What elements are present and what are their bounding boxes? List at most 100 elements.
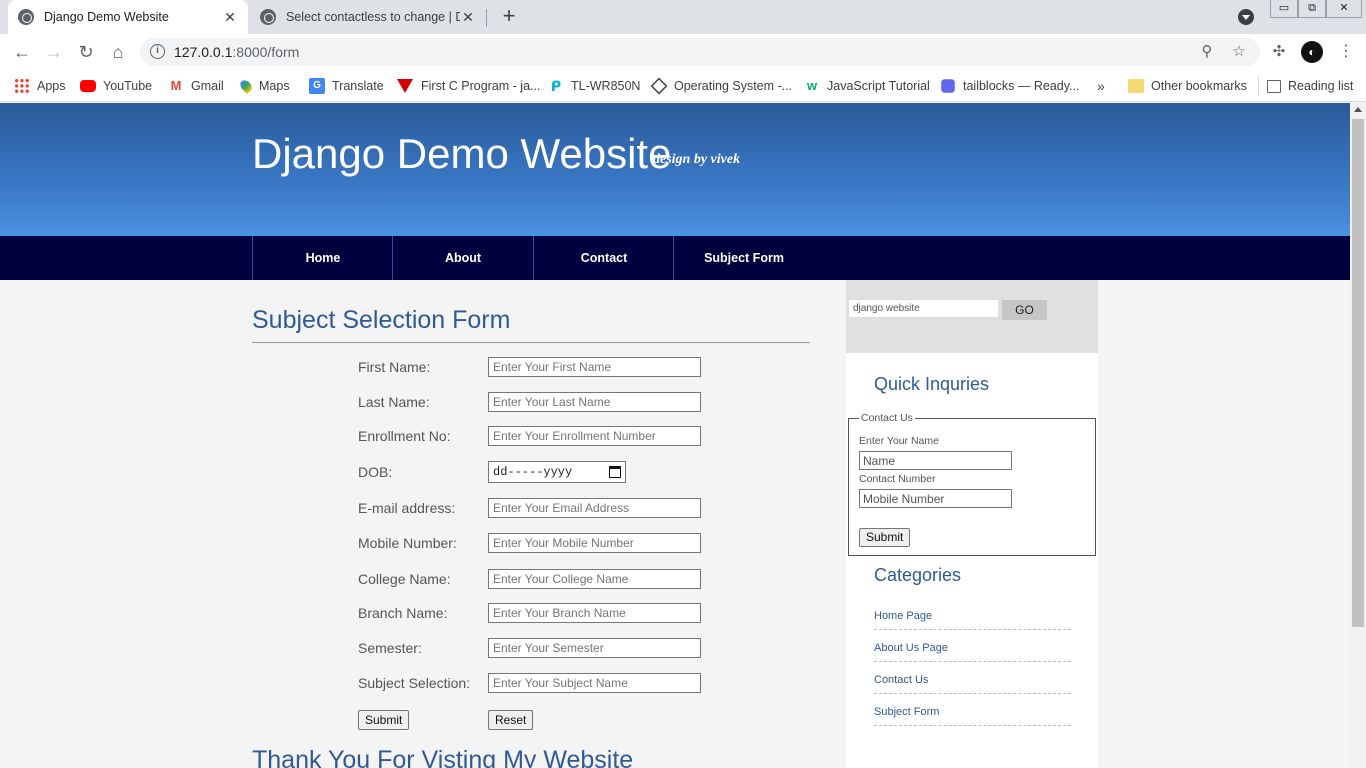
bookmark-label: TL-WR850N (571, 79, 641, 93)
bookmark-translate[interactable]: G Translate (309, 76, 384, 96)
bookmark-star-icon[interactable]: ☆ (1230, 43, 1248, 61)
nav-home[interactable]: Home (252, 236, 393, 280)
subject-label: Subject Selection: (358, 675, 471, 691)
close-window-button[interactable]: ✕ (1326, 0, 1362, 18)
bookmarks-overflow-button[interactable]: » (1097, 76, 1105, 96)
thank-you-heading: Thank You For Visting My Website (252, 746, 634, 768)
new-tab-button[interactable]: + (498, 5, 520, 29)
bookmark-label: Translate (332, 79, 384, 93)
bookmark-label: YouTube (103, 79, 153, 93)
bookmark-javatpoint[interactable]: First C Program - ja... (397, 76, 540, 96)
reading-list[interactable]: Reading list (1258, 76, 1353, 96)
forward-arrow-icon[interactable]: → (42, 41, 66, 63)
main-content: Subject Selection Form First Name: Enter… (252, 280, 846, 768)
url-text[interactable]: 127.0.0.1:8000/form (174, 44, 299, 60)
tab-active[interactable]: Django Demo Website ✕ (8, 0, 248, 34)
enrollment-input[interactable]: Enter Your Enrollment Number (488, 426, 701, 446)
categories-heading: Categories (874, 565, 962, 585)
mobile-row: Mobile Number: Enter Your Mobile Number (358, 533, 818, 555)
name-label: Enter Your Name (859, 435, 939, 447)
categories-list: Home Page About Us Page Contact Us Subje… (874, 598, 1071, 726)
dob-date-input[interactable]: dd-----yyyy (488, 461, 626, 483)
bookmark-tplink[interactable]: ᑭ TL-WR850N (548, 76, 641, 96)
browser-menu-icon[interactable]: ⋮ (1338, 42, 1354, 62)
semester-input[interactable]: Enter Your Semester (488, 638, 701, 658)
first-name-row: First Name: Enter Your First Name (358, 357, 818, 379)
bookmark-gmail[interactable]: M Gmail (168, 76, 224, 96)
scroll-up-arrow-icon[interactable] (1354, 107, 1362, 112)
contact-fieldset: Contact Us Enter Your Name Name Contact … (848, 412, 1096, 556)
category-about-us-page[interactable]: About Us Page (874, 630, 1071, 662)
nav-contact[interactable]: Contact (533, 236, 674, 280)
semester-label: Semester: (358, 640, 422, 656)
tab-close-icon[interactable]: ✕ (460, 9, 476, 26)
email-row: E-mail address: Enter Your Email Address (358, 498, 818, 520)
site-header: Django Demo Website design by vivek (0, 103, 1350, 236)
profile-avatar[interactable]: ◐ (1301, 41, 1323, 63)
search-input[interactable]: django website (848, 299, 999, 318)
calendar-icon[interactable] (609, 466, 621, 478)
enrollment-label: Enrollment No: (358, 428, 451, 444)
nav-about[interactable]: About (392, 236, 533, 280)
form-heading: Subject Selection Form (252, 306, 511, 334)
restore-button[interactable]: ⧉ (1298, 0, 1326, 18)
reset-button[interactable]: Reset (488, 710, 534, 730)
bookmark-maps[interactable]: Maps (238, 76, 290, 96)
home-icon[interactable]: ⌂ (106, 41, 130, 63)
tab-inactive[interactable]: Select contactless to change | Dja ✕ (250, 0, 486, 34)
quick-mobile-input[interactable]: Mobile Number (859, 489, 1012, 508)
other-bookmarks[interactable]: Other bookmarks (1128, 76, 1247, 96)
quick-submit-button[interactable]: Submit (859, 528, 911, 547)
submit-button[interactable]: Submit (358, 710, 410, 730)
college-input[interactable]: Enter Your College Name (488, 569, 701, 589)
bookmark-label: JavaScript Tutorial (827, 79, 930, 93)
dob-label: DOB: (358, 464, 393, 480)
address-bar[interactable]: i 127.0.0.1:8000/form ⚲ ☆ (140, 38, 1260, 66)
tab-search-icon[interactable] (1238, 9, 1254, 25)
tailblocks-icon (941, 79, 955, 93)
contact-legend: Contact Us (859, 412, 915, 424)
sidebar: django website GO Quick Inquries Contact… (846, 280, 1098, 768)
branch-input[interactable]: Enter Your Branch Name (488, 603, 701, 623)
category-home-page[interactable]: Home Page (874, 598, 1071, 630)
bookmark-javascript-tutorial[interactable]: w JavaScript Tutorial (804, 76, 930, 96)
bookmark-label: Apps (37, 79, 66, 93)
email-input[interactable]: Enter Your Email Address (488, 498, 701, 518)
quick-name-input[interactable]: Name (859, 451, 1012, 470)
dob-row: DOB: dd-----yyyy (358, 461, 818, 484)
scroll-thumb[interactable] (1352, 119, 1364, 627)
bookmark-operating-system[interactable]: Operating System -... (650, 76, 792, 96)
extensions-puzzle-icon[interactable]: ✣ (1270, 43, 1288, 61)
os-icon (650, 77, 668, 95)
bookmark-apps[interactable]: Apps (14, 76, 66, 96)
category-subject-form[interactable]: Subject Form (874, 694, 1071, 726)
subject-input[interactable]: Enter Your Subject Name (488, 673, 701, 693)
w3schools-icon: w (806, 78, 818, 93)
bookmark-label: First C Program - ja... (421, 79, 541, 93)
translate-icon: G (309, 78, 325, 94)
page-scrollbar[interactable] (1350, 103, 1366, 768)
tab-close-icon[interactable]: ✕ (222, 9, 238, 26)
category-contact-us[interactable]: Contact Us (874, 662, 1071, 694)
bookmark-tailblocks[interactable]: tailblocks — Ready... (940, 76, 1079, 96)
tab-strip: Django Demo Website ✕ Select contactless… (0, 0, 1366, 34)
globe-icon (18, 9, 34, 25)
bookmark-youtube[interactable]: YouTube (80, 76, 152, 96)
url-host: 127.0.0.1 (174, 44, 233, 60)
minimize-button[interactable]: ▭ (1270, 0, 1298, 18)
mobile-input[interactable]: Enter Your Mobile Number (488, 533, 701, 553)
main-nav: Home About Contact Subject Form (0, 236, 1350, 280)
reading-list-icon (1267, 79, 1281, 93)
zoom-search-icon[interactable]: ⚲ (1198, 43, 1216, 61)
quick-inquiries-heading: Quick Inquries (874, 374, 990, 394)
search-go-button[interactable]: GO (1002, 300, 1047, 320)
last-name-input[interactable]: Enter Your Last Name (488, 392, 701, 412)
site-info-icon[interactable]: i (150, 44, 165, 59)
subject-row: Subject Selection: Enter Your Subject Na… (358, 673, 818, 695)
nav-subject-form[interactable]: Subject Form (673, 236, 814, 280)
url-path: :8000/form (232, 44, 300, 60)
back-arrow-icon[interactable]: ← (10, 41, 34, 63)
reload-icon[interactable]: ↻ (74, 41, 98, 63)
heading-divider (252, 342, 810, 343)
first-name-input[interactable]: Enter Your First Name (488, 357, 701, 377)
